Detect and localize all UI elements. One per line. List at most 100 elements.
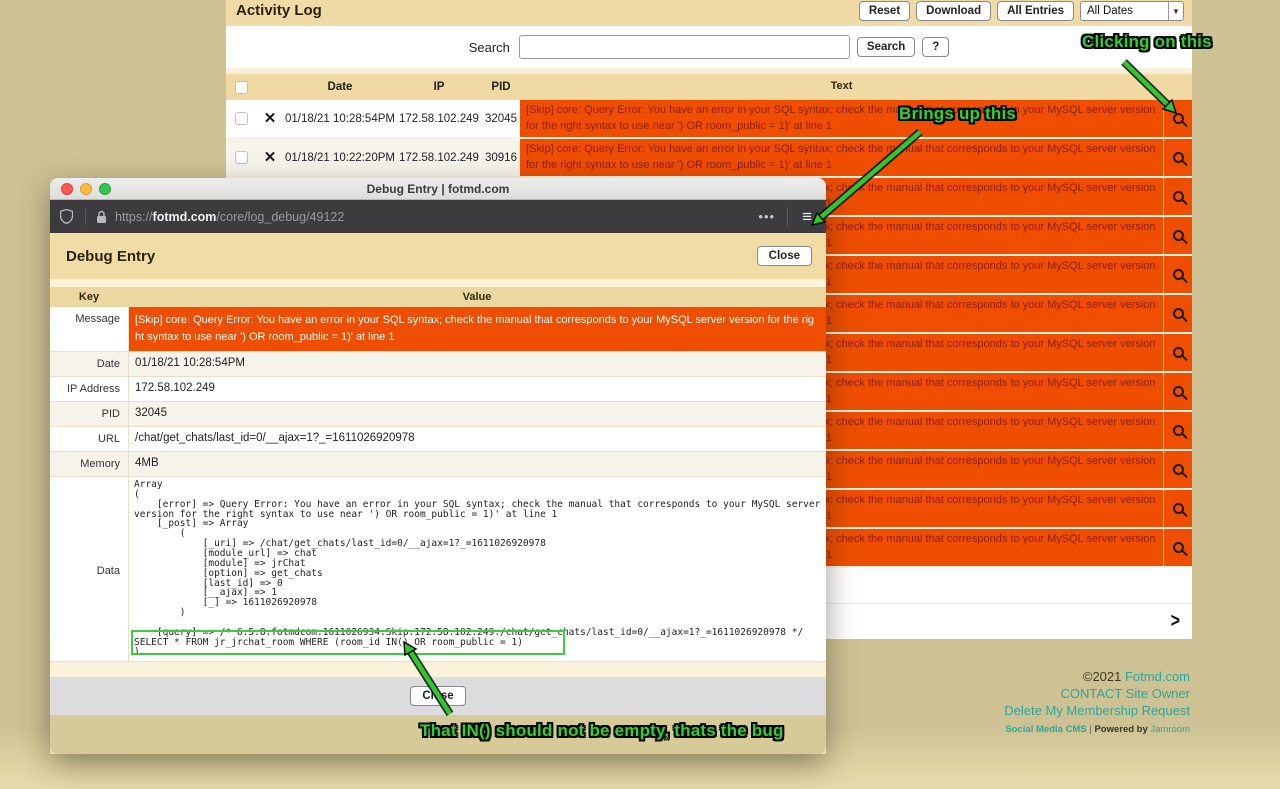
shield-icon[interactable] bbox=[60, 209, 73, 224]
text-column-header: Text bbox=[520, 76, 1163, 98]
search-bar: Search Search ? bbox=[226, 26, 1192, 68]
row-pid: 32045 bbox=[482, 100, 520, 139]
divider-strip bbox=[50, 279, 826, 287]
kv-row-ip: IP Address 172.58.102.249 bbox=[50, 377, 826, 402]
footer-delete-membership-link[interactable]: Delete My Membership Request bbox=[1004, 703, 1190, 718]
debug-entry-heading: Debug Entry bbox=[66, 248, 155, 265]
row-pid: 30916 bbox=[482, 139, 520, 178]
kv-key: Message bbox=[50, 307, 128, 351]
view-entry-button[interactable] bbox=[1163, 256, 1192, 295]
delete-row-icon[interactable]: ✕ bbox=[264, 150, 277, 165]
magnifier-icon bbox=[1173, 386, 1184, 397]
kv-key: Date bbox=[50, 352, 128, 376]
row-text: [Skip] core: Query Error: You have an er… bbox=[520, 100, 1163, 139]
page-title: Activity Log bbox=[236, 1, 322, 20]
menu-icon[interactable]: ≡ bbox=[787, 207, 816, 227]
annotation-clicking: Clicking on this bbox=[1082, 32, 1212, 52]
chevron-down-icon: ▼ bbox=[1168, 2, 1183, 20]
page-footer: ©2021 Fotmd.com CONTACT Site Owner Delet… bbox=[1004, 668, 1190, 735]
magnifier-icon bbox=[1173, 464, 1184, 475]
magnifier-icon bbox=[1173, 503, 1184, 514]
delete-row-icon[interactable]: ✕ bbox=[264, 111, 277, 126]
debug-data-dump: Array ( [error] => Query Error: You have… bbox=[134, 480, 826, 657]
row-date: 01/18/21 10:28:54PM bbox=[284, 100, 396, 139]
footer-jamroom-link[interactable]: Jamroom bbox=[1150, 724, 1190, 735]
urlbar-divider bbox=[85, 209, 86, 225]
close-button-top[interactable]: Close bbox=[757, 246, 812, 266]
help-button[interactable]: ? bbox=[922, 37, 949, 57]
view-entry-button[interactable] bbox=[1163, 178, 1192, 217]
view-entry-button[interactable] bbox=[1163, 139, 1192, 178]
kv-value-pid: 32045 bbox=[128, 402, 826, 426]
more-options-icon[interactable]: ••• bbox=[746, 209, 787, 224]
date-filter-select[interactable]: All Dates ▼ bbox=[1080, 1, 1184, 21]
view-entry-button[interactable] bbox=[1163, 100, 1192, 139]
value-column-header: Value bbox=[128, 287, 826, 307]
magnifier-icon bbox=[1173, 308, 1184, 319]
kv-table-header: Key Value bbox=[50, 287, 826, 307]
lock-icon bbox=[96, 210, 107, 224]
row-ip: 172.58.102.249 bbox=[396, 100, 482, 139]
footer-site-link[interactable]: Fotmd.com bbox=[1125, 669, 1190, 684]
close-button-bottom[interactable]: Close bbox=[410, 686, 465, 706]
browser-url-bar[interactable]: https://fotmd.com/core/log_debug/49122 •… bbox=[50, 200, 826, 233]
row-text: [Skip] core: Query Error: You have an er… bbox=[520, 139, 1163, 178]
select-all-checkbox[interactable] bbox=[235, 81, 248, 94]
kv-value-date: 01/18/21 10:28:54PM bbox=[128, 352, 826, 376]
reset-button[interactable]: Reset bbox=[859, 1, 910, 21]
pid-column-header: PID bbox=[482, 81, 520, 93]
kv-row-message: Message [Skip] core: Query Error: You ha… bbox=[50, 307, 826, 352]
view-entry-button[interactable] bbox=[1163, 295, 1192, 334]
kv-key: PID bbox=[50, 402, 128, 426]
search-input[interactable] bbox=[519, 35, 850, 59]
date-filter-value: All Dates bbox=[1087, 5, 1133, 17]
window-titlebar[interactable]: Debug Entry | fotmd.com bbox=[50, 178, 826, 200]
row-date: 01/18/21 10:22:20PM bbox=[284, 139, 396, 178]
kv-value-message: [Skip] core: Query Error: You have an er… bbox=[128, 307, 826, 351]
magnifier-icon bbox=[1173, 269, 1184, 280]
row-checkbox[interactable] bbox=[235, 112, 248, 125]
kv-key: IP Address bbox=[50, 377, 128, 401]
kv-value-url: /chat/get_chats/last_id=0/__ajax=1?_=161… bbox=[128, 427, 826, 451]
kv-row-data: Data Array ( [error] => Query Error: You… bbox=[50, 477, 826, 662]
magnifier-icon bbox=[1173, 113, 1184, 124]
row-ip: 172.58.102.249 bbox=[396, 139, 482, 178]
ip-column-header: IP bbox=[396, 81, 482, 93]
footer-powered-by: Powered by bbox=[1094, 724, 1150, 735]
view-entry-button[interactable] bbox=[1163, 334, 1192, 373]
kv-key: Memory bbox=[50, 452, 128, 476]
copyright-text: ©2021 bbox=[1083, 669, 1125, 684]
window-title: Debug Entry | fotmd.com bbox=[50, 182, 826, 196]
next-page-button[interactable]: > bbox=[1171, 610, 1180, 633]
view-entry-button[interactable] bbox=[1163, 217, 1192, 256]
date-column-header: Date bbox=[284, 81, 396, 93]
view-entry-button[interactable] bbox=[1163, 412, 1192, 451]
debug-entry-window: Debug Entry | fotmd.com https://fotmd.co… bbox=[50, 178, 826, 754]
footer-cms-link[interactable]: Social Media CMS bbox=[1005, 724, 1086, 735]
magnifier-icon bbox=[1173, 191, 1184, 202]
page-header: Activity Log Reset Download All Entries … bbox=[226, 0, 1192, 26]
magnifier-icon bbox=[1173, 347, 1184, 358]
key-column-header: Key bbox=[50, 287, 128, 307]
all-entries-button[interactable]: All Entries bbox=[997, 1, 1074, 21]
view-entry-button[interactable] bbox=[1163, 529, 1192, 568]
popup-footer-bar: Close bbox=[50, 677, 826, 715]
search-label: Search bbox=[469, 40, 510, 55]
annotation-bug: That IN() should not be empty, thats the… bbox=[420, 721, 784, 741]
magnifier-icon bbox=[1173, 152, 1184, 163]
magnifier-icon bbox=[1173, 542, 1184, 553]
view-entry-button[interactable] bbox=[1163, 451, 1192, 490]
view-entry-button[interactable] bbox=[1163, 490, 1192, 529]
toolbar: Reset Download All Entries All Dates ▼ bbox=[859, 1, 1184, 21]
kv-key: URL bbox=[50, 427, 128, 451]
download-button[interactable]: Download bbox=[916, 1, 991, 21]
table-row: ✕ 01/18/21 10:22:20PM 172.58.102.249 309… bbox=[226, 139, 1192, 178]
magnifier-icon bbox=[1173, 230, 1184, 241]
footer-contact-link[interactable]: CONTACT Site Owner bbox=[1060, 686, 1190, 701]
search-button[interactable]: Search bbox=[857, 37, 915, 57]
kv-value-memory: 4MB bbox=[128, 452, 826, 476]
footer-separator: | bbox=[1089, 724, 1091, 735]
kv-key: Data bbox=[50, 477, 128, 661]
row-checkbox[interactable] bbox=[235, 151, 248, 164]
view-entry-button[interactable] bbox=[1163, 373, 1192, 412]
